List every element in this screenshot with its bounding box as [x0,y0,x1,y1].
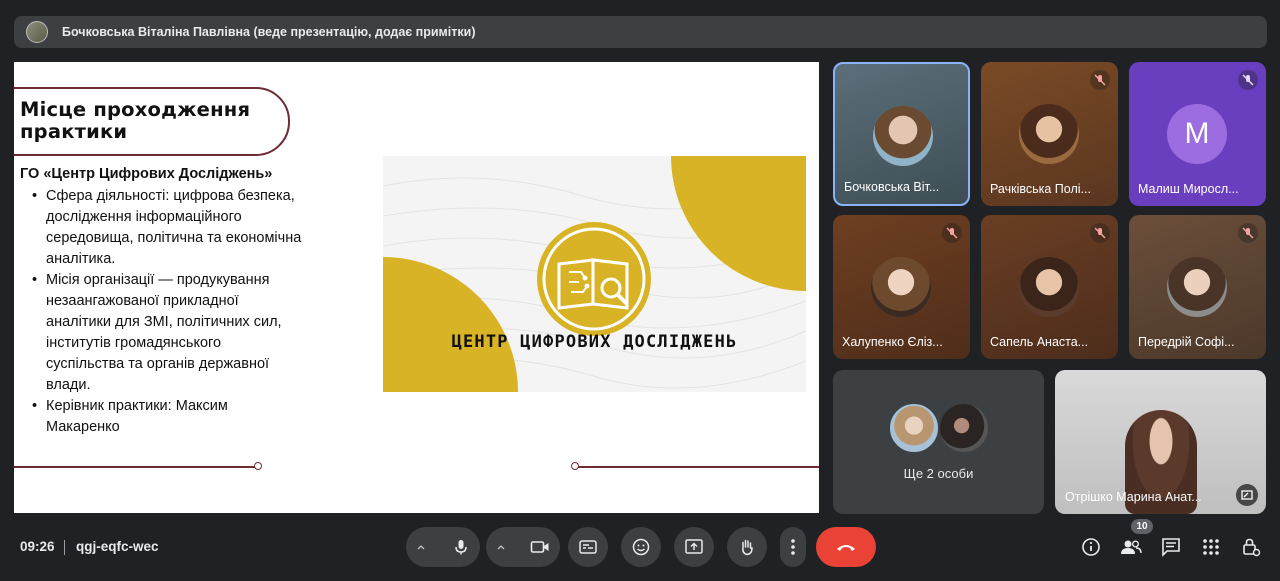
activities-button[interactable] [1199,535,1223,559]
mic-off-icon [1238,70,1258,90]
participant-avatar [888,402,940,454]
raise-hand-button[interactable] [727,527,767,567]
slide-bullet: Сфера діяльності: цифрова безпека, дослі… [32,186,302,270]
more-options-button[interactable] [780,527,806,567]
participant-name: Сапель Анаста... [990,335,1089,349]
captions-button[interactable] [568,527,608,567]
participant-tile[interactable]: Рачківська Полі... [981,62,1118,206]
chat-icon [1162,538,1180,557]
participant-name: Халупенко Єліз... [842,335,943,349]
participant-tile[interactable]: Халупенко Єліз... [833,215,970,359]
slide-title: Місце проходження практики [20,98,251,143]
camera-icon[interactable] [530,539,550,555]
mic-off-icon [1238,223,1258,243]
participant-avatar [1019,257,1079,317]
host-controls-button[interactable] [1239,535,1263,559]
present-icon [685,539,703,554]
hand-icon [742,539,753,556]
more-participants-tile[interactable]: Ще 2 особи [833,370,1044,514]
slide-bullets: Сфера діяльності: цифрова безпека, дослі… [32,186,302,438]
chevron-up-icon[interactable] [496,542,506,552]
chat-button[interactable] [1159,535,1183,559]
meeting-time: 09:26 [20,539,55,554]
reactions-button[interactable] [621,527,661,567]
slide-divider-right [576,466,819,468]
slide-bullet: Місія організації — продукування незаанг… [32,270,302,396]
participant-name: Передрій Софі... [1138,335,1235,349]
book-circuit-logo-icon [537,222,651,336]
participant-avatar [1167,257,1227,317]
participant-tile[interactable]: Бочковська Віт... [833,62,970,206]
more-vert-icon [791,539,795,555]
slide-divider-dot [254,462,262,470]
participant-tile[interactable]: Передрій Софі... [1129,215,1266,359]
participant-avatar [938,402,990,454]
slide-org-name: ГО «Центр Цифрових Досліджень» [20,166,273,182]
slide-bullet: Керівник практики: Максим Макаренко [32,396,302,438]
more-participants-label: Ще 2 особи [903,466,974,481]
mic-off-icon [942,223,962,243]
organization-logo-card: ЦЕНТР ЦИФРОВИХ ДОСЛІДЖЕНЬ [383,156,806,392]
activities-icon [1203,539,1219,555]
captions-icon [579,540,597,554]
emoji-icon [632,538,650,556]
logo-wordmark: ЦЕНТР ЦИФРОВИХ ДОСЛІДЖЕНЬ [451,332,738,352]
meeting-code: qgj-eqfc-wec [76,539,159,554]
presentation-slide: Місце проходження практики ГО «Центр Циф… [14,62,819,513]
camera-control-group[interactable] [486,527,560,567]
mic-off-icon [1090,223,1110,243]
presenter-label: Бочковська Віталіна Павлівна (веде презе… [62,25,476,39]
info-icon [1082,538,1100,556]
participant-tile[interactable]: M Малиш Миросл... [1129,62,1266,206]
end-call-icon [837,545,855,551]
mic-off-icon [1090,70,1110,90]
participant-tile[interactable]: Сапель Анаста... [981,215,1118,359]
participant-name: Малиш Миросл... [1138,182,1239,196]
mic-icon[interactable] [452,538,470,556]
participant-name: Рачківська Полі... [990,182,1091,196]
slide-divider-dot [571,462,579,470]
presenter-avatar [26,21,48,43]
people-icon [1121,540,1142,554]
participant-name: Бочковська Віт... [844,180,940,194]
participant-avatar [871,257,931,317]
divider [64,540,65,555]
slide-divider-left [14,466,256,468]
mic-control-group[interactable] [406,527,480,567]
self-view-tile[interactable]: Отрішко Марина Анат... [1055,370,1266,514]
people-count-badge: 10 [1131,519,1153,534]
participant-avatar [873,106,933,166]
self-view-toggle-icon[interactable] [1236,484,1258,506]
chevron-up-icon[interactable] [416,542,426,552]
presenter-bar: Бочковська Віталіна Павлівна (веде презе… [14,16,1267,48]
meeting-details-button[interactable] [1079,535,1103,559]
people-button[interactable] [1119,535,1143,559]
present-button[interactable] [674,527,714,567]
host-controls-icon [1243,538,1261,557]
self-view-name: Отрішко Марина Анат... [1065,490,1202,504]
participant-initial-avatar: M [1167,104,1227,164]
end-call-button[interactable] [816,527,876,567]
participant-avatar [1019,104,1079,164]
